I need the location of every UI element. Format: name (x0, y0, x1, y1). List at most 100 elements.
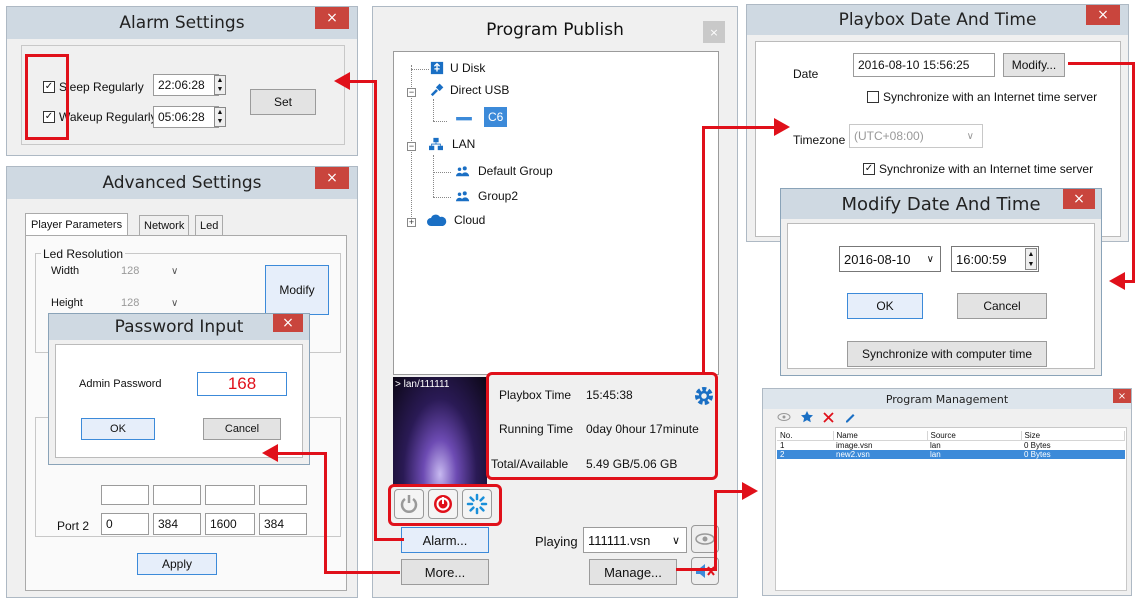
tree-expander-direct-usb[interactable]: − (407, 88, 416, 97)
sync-computer-time-button[interactable]: Synchronize with computer time (847, 341, 1047, 367)
program-management-titlebar[interactable]: Program Management (763, 389, 1131, 409)
playing-select-chevron-icon: ∨ (671, 534, 680, 547)
port2-field-2[interactable]: 384 (153, 513, 201, 535)
apply-button[interactable]: Apply (137, 553, 217, 575)
sleep-label: Sleep Regularly (59, 80, 144, 94)
tree-item-c6[interactable]: C6 (449, 107, 508, 127)
network-icon (429, 137, 443, 151)
port2-field-4[interactable]: 384 (259, 513, 307, 535)
date-modify-button[interactable]: Modify... (1003, 53, 1065, 77)
advanced-settings-titlebar[interactable]: Advanced Settings (7, 167, 357, 199)
col-no[interactable]: No. (777, 431, 834, 441)
tree-label-group2: Group2 (478, 189, 519, 203)
alarm-set-button[interactable]: Set (250, 89, 316, 115)
alarm-button[interactable]: Alarm... (401, 527, 489, 553)
program-management-toolbar (777, 411, 856, 423)
table-row[interactable]: 2 new2.vsn lan 0 Bytes (777, 450, 1125, 459)
sync-internet-checkbox-2[interactable]: ✓ (863, 163, 875, 175)
port1-field-3[interactable] (205, 485, 255, 505)
password-input-titlebar[interactable]: Password Input (49, 314, 309, 340)
tree-item-cloud[interactable]: Cloud (425, 213, 485, 227)
more-button[interactable]: More... (401, 559, 489, 585)
program-table: No. Name Source Size 1 image.vsn lan 0 B… (777, 431, 1125, 459)
eye-icon[interactable] (777, 412, 791, 422)
tree-label-c6: C6 (484, 107, 508, 127)
manage-button[interactable]: Manage... (589, 559, 677, 585)
program-publish-titlebar[interactable]: Program Publish (373, 7, 737, 53)
cell-size: 0 Bytes (1021, 450, 1125, 459)
arrow-line-manage-h2 (714, 490, 744, 493)
modify-date-select[interactable]: 2016-08-10 ∨ (839, 246, 941, 272)
port2-field-1[interactable]: 0 (101, 513, 149, 535)
cell-no: 2 (777, 450, 833, 459)
speaker-icon (696, 564, 715, 578)
modify-cancel-button[interactable]: Cancel (957, 293, 1047, 319)
height-dropdown-chevron-icon[interactable]: ∨ (171, 298, 178, 309)
password-input-title: Password Input (114, 317, 244, 337)
alarm-settings-titlebar[interactable]: Alarm Settings (7, 7, 357, 39)
playbox-datetime-titlebar[interactable]: Playbox Date And Time (747, 5, 1128, 35)
alarm-settings-close-button[interactable]: × (315, 7, 349, 29)
cell-name: image.vsn (836, 441, 873, 450)
port1-field-4[interactable] (259, 485, 307, 505)
star-icon[interactable] (801, 411, 813, 423)
password-input-close-button[interactable]: × (273, 314, 303, 332)
tree-hline-c6 (433, 121, 447, 122)
highlight-status-panel (486, 372, 718, 480)
advanced-settings-close-button[interactable]: × (315, 167, 349, 189)
width-dropdown-chevron-icon[interactable]: ∨ (171, 266, 178, 277)
col-name[interactable]: Name (833, 431, 928, 441)
wakeup-time-spinner[interactable]: ▲ ▼ (214, 107, 226, 127)
timezone-select[interactable]: (UTC+08:00) ∨ (849, 124, 983, 148)
delete-icon[interactable] (823, 411, 834, 423)
modify-ok-button[interactable]: OK (847, 293, 923, 319)
height-value[interactable]: 128 (121, 297, 139, 309)
cell-name: new2.vsn (833, 450, 927, 459)
sync-internet-checkbox-1[interactable]: ✓ (867, 91, 879, 103)
tree-label-direct-usb: Direct USB (450, 83, 510, 97)
edit-icon[interactable] (844, 411, 856, 423)
modify-datetime-title: Modify Date And Time (841, 193, 1041, 215)
modify-time-spinner[interactable]: ▲ ▼ (1025, 248, 1037, 270)
tree-expander-lan[interactable]: − (407, 142, 416, 151)
port2-field-3[interactable]: 1600 (205, 513, 255, 535)
sleep-time-spinner[interactable]: ▲ ▼ (214, 75, 226, 95)
program-table-header: No. Name Source Size (777, 431, 1125, 441)
tree-expander-cloud[interactable]: + (407, 218, 416, 227)
playing-label: Playing (535, 534, 578, 549)
tab-network[interactable]: Network (139, 215, 190, 235)
sleep-time-field[interactable]: 22:06:28 (153, 74, 219, 96)
modify-datetime-close-button[interactable]: × (1063, 189, 1095, 209)
tree-item-default-group[interactable]: Default Group (453, 164, 553, 178)
admin-password-field[interactable]: 168 (197, 372, 287, 396)
tree-item-lan[interactable]: LAN (425, 137, 475, 151)
port1-field-1[interactable] (101, 485, 149, 505)
program-preview[interactable]: > lan/111111 (393, 377, 487, 485)
tree-item-direct-usb[interactable]: Direct USB (429, 83, 509, 97)
modify-datetime-titlebar[interactable]: Modify Date And Time (781, 189, 1101, 219)
usb-icon (430, 61, 444, 75)
tree-item-group2[interactable]: Group2 (453, 189, 518, 203)
playbox-datetime-close-button[interactable]: × (1086, 5, 1120, 25)
table-row[interactable]: 1 image.vsn lan 0 Bytes (777, 441, 1125, 450)
playing-select[interactable]: 111111.vsn ∨ (583, 527, 687, 553)
password-cancel-button[interactable]: Cancel (203, 418, 281, 440)
wakeup-time-field[interactable]: 05:06:28 (153, 106, 219, 128)
password-ok-button[interactable]: OK (81, 418, 155, 440)
group-icon (456, 166, 470, 177)
col-source[interactable]: Source (927, 431, 1022, 441)
cloud-icon (427, 214, 447, 226)
arrow-line-alarm-h1 (374, 538, 404, 541)
tree-item-udisk[interactable]: U Disk (429, 61, 485, 75)
port1-field-2[interactable] (153, 485, 201, 505)
program-publish-close-button[interactable]: × (703, 21, 725, 43)
date-field[interactable]: 2016-08-10 15:56:25 (853, 53, 995, 77)
col-size[interactable]: Size (1021, 431, 1125, 441)
program-management-close-button[interactable]: × (1113, 389, 1131, 403)
tab-led[interactable]: Led (195, 215, 224, 235)
led-modify-button[interactable]: Modify (265, 265, 329, 315)
tree-label-udisk: U Disk (450, 61, 486, 75)
tab-player-parameters[interactable]: Player Parameters (25, 213, 129, 235)
width-value[interactable]: 128 (121, 265, 139, 277)
tree-label-cloud: Cloud (454, 213, 486, 227)
